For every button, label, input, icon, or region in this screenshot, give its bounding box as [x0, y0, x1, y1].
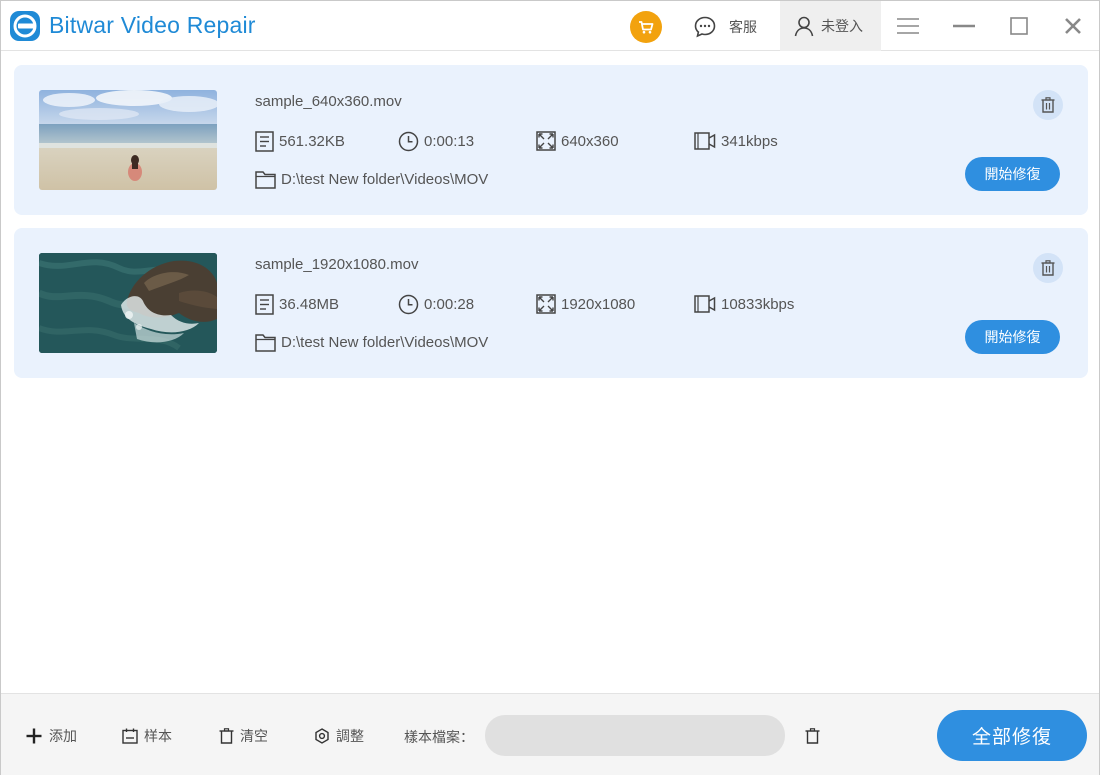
video-camera-icon [694, 132, 716, 150]
file-size: 561.32KB [255, 130, 345, 152]
video-thumbnail [39, 90, 217, 190]
plus-icon [26, 728, 42, 744]
folder-icon [255, 333, 276, 352]
file-path-value: D:\test New folder\Videos\MOV [281, 333, 489, 351]
file-duration: 0:00:13 [398, 130, 474, 152]
ocean-rocks-image [39, 253, 217, 353]
video-camera-icon [694, 295, 716, 313]
customer-service-button[interactable]: 客服 [693, 14, 757, 40]
video-file-card: sample_640x360.mov 561.32KB 0:00:13 640x… [14, 65, 1088, 215]
add-button[interactable]: 添加 [25, 724, 77, 748]
file-resolution-value: 1920x1080 [561, 295, 636, 313]
user-icon [794, 16, 814, 37]
beach-scene-image [39, 90, 217, 190]
settings-icon [315, 728, 329, 744]
delete-file-button[interactable] [1033, 253, 1063, 283]
resolution-icon [536, 294, 556, 314]
add-label: 添加 [49, 728, 77, 744]
trash-icon [1041, 97, 1055, 113]
adjust-button[interactable]: 調整 [314, 724, 364, 748]
file-resolution: 640x360 [536, 130, 619, 152]
trash-icon [219, 728, 234, 744]
login-label: 未登入 [821, 18, 863, 34]
file-path: D:\test New folder\Videos\MOV [255, 331, 488, 353]
file-bitrate: 10833kbps [694, 293, 794, 315]
file-size-value: 561.32KB [279, 132, 345, 150]
file-path: D:\test New folder\Videos\MOV [255, 168, 488, 190]
file-size-value: 36.48MB [279, 295, 340, 313]
delete-file-button[interactable] [1033, 90, 1063, 120]
cart-icon [639, 21, 654, 34]
file-duration-value: 0:00:13 [424, 132, 475, 150]
hamburger-menu-icon [897, 18, 919, 34]
calendar-icon [122, 728, 138, 744]
file-name: sample_640x360.mov [255, 93, 402, 110]
chat-bubble-icon [694, 16, 716, 38]
document-icon [255, 130, 274, 152]
file-duration-value: 0:00:28 [424, 295, 475, 313]
file-size: 36.48MB [255, 293, 339, 315]
file-bitrate-value: 341kbps [721, 132, 778, 150]
file-bitrate: 341kbps [694, 130, 778, 152]
minimize-icon [953, 24, 975, 28]
start-repair-button[interactable]: 開始修復 [965, 320, 1060, 354]
clock-icon [398, 131, 419, 151]
app-title: Bitwar Video Repair [49, 12, 256, 38]
file-resolution: 1920x1080 [536, 293, 635, 315]
close-button[interactable] [1060, 13, 1086, 39]
minimize-button[interactable] [951, 13, 977, 39]
clock-icon [398, 294, 419, 314]
video-file-card: sample_1920x1080.mov 36.48MB 0:00:28 192… [14, 228, 1088, 378]
customer-service-label: 客服 [729, 19, 757, 35]
clear-sample-button[interactable] [801, 724, 823, 748]
sample-file-field[interactable] [485, 715, 785, 756]
file-path-value: D:\test New folder\Videos\MOV [281, 170, 489, 188]
document-icon [255, 293, 274, 315]
title-bar: Bitwar Video Repair 客服 未登入 [1, 1, 1099, 51]
clear-label: 清空 [240, 728, 268, 744]
video-thumbnail [39, 253, 217, 353]
close-icon [1065, 18, 1081, 34]
folder-icon [255, 170, 276, 189]
file-bitrate-value: 10833kbps [721, 295, 795, 313]
sample-label: 样本 [144, 728, 172, 744]
adjust-label: 調整 [336, 728, 364, 744]
trash-icon [1041, 260, 1055, 276]
clear-button[interactable]: 清空 [219, 724, 268, 748]
sample-button[interactable]: 样本 [122, 724, 172, 748]
maximize-icon [1010, 17, 1028, 35]
repair-all-button[interactable]: 全部修復 [937, 710, 1087, 761]
file-duration: 0:00:28 [398, 293, 474, 315]
file-resolution-value: 640x360 [561, 132, 619, 150]
menu-button[interactable] [895, 13, 921, 39]
bottom-toolbar: 添加 样本 清空 調整 樣本檔案： 全部修復 [1, 693, 1099, 775]
maximize-button[interactable] [1006, 13, 1032, 39]
app-window: Bitwar Video Repair 客服 未登入 sample_640x36… [0, 0, 1100, 775]
file-name: sample_1920x1080.mov [255, 256, 419, 273]
sample-file-label: 樣本檔案： [404, 729, 474, 745]
trash-icon [805, 728, 819, 744]
cart-button[interactable] [630, 11, 662, 43]
resolution-icon [536, 131, 556, 151]
app-logo-icon [10, 11, 40, 41]
start-repair-button[interactable]: 開始修復 [965, 157, 1060, 191]
login-button[interactable]: 未登入 [780, 1, 881, 51]
